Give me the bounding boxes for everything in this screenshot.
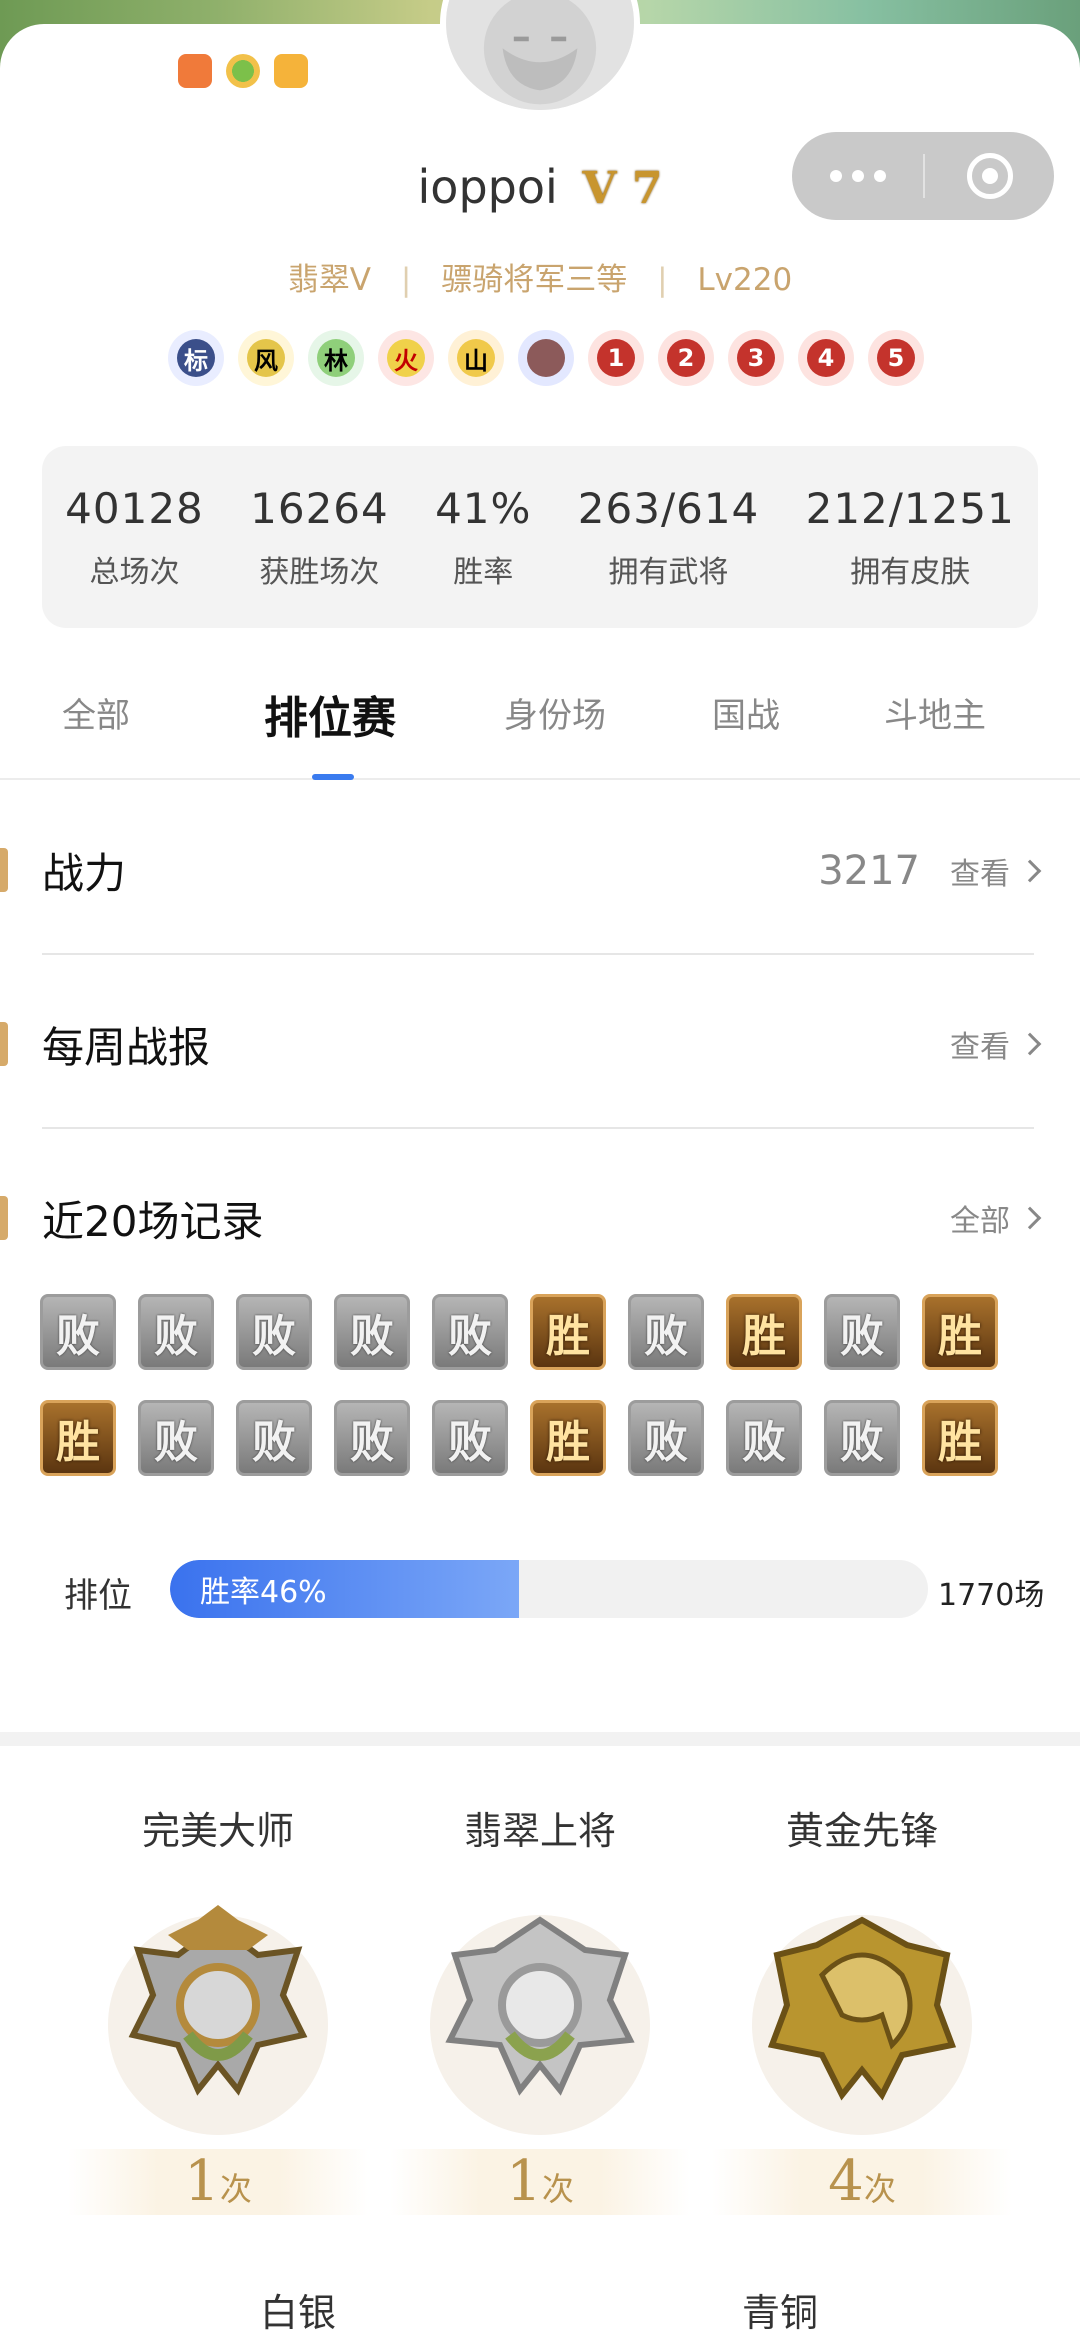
divider	[42, 953, 1034, 955]
power-view-link[interactable]: 3217 查看	[818, 848, 1042, 894]
record-tile[interactable]: 败	[628, 1294, 704, 1370]
meta-level: Lv220	[697, 262, 793, 298]
meta-rank: 翡翠V	[287, 262, 372, 298]
achievement-badge[interactable]: 火	[378, 330, 434, 386]
stat-wins: 16264 获胜场次	[250, 483, 389, 590]
medal-master-icon	[98, 1895, 338, 2135]
record-tile[interactable]: 败	[824, 1400, 900, 1476]
chevron-right-icon	[1018, 1032, 1042, 1056]
record-tile[interactable]: 败	[236, 1400, 312, 1476]
achievement-badge[interactable]: 5	[868, 330, 924, 386]
achievement-badge[interactable]: 林	[308, 330, 364, 386]
username-row: ioppoi V 7	[0, 160, 1080, 214]
record-tile[interactable]: 败	[726, 1400, 802, 1476]
medal-gold-times: 4次	[712, 2149, 1012, 2215]
section-recent-title: 近20场记录	[42, 1197, 264, 1246]
medal-gold-icon	[742, 1895, 982, 2135]
achievement-badge[interactable]: 3	[728, 330, 784, 386]
recent-records: 败败败败败胜败胜败胜 胜败败败败胜败败败胜	[40, 1294, 1050, 1506]
medal-bronze-name: 青铜	[742, 2291, 819, 2335]
record-tile[interactable]: 胜	[922, 1294, 998, 1370]
achievement-badge[interactable]: 山	[448, 330, 504, 386]
chevron-right-icon	[1018, 859, 1042, 883]
recent-all-link[interactable]: 全部	[950, 1196, 1042, 1240]
achievement-badge[interactable]	[518, 330, 574, 386]
meta-row: 翡翠V | 骠骑将军三等 | Lv220	[287, 262, 793, 298]
achievement-badge[interactable]: 2	[658, 330, 714, 386]
app-icon-orange[interactable]	[178, 54, 212, 88]
stats-panel: 40128 总场次 16264 获胜场次 41% 胜率 263/614 拥有武将 212…	[42, 446, 1038, 628]
record-tile[interactable]: 败	[334, 1294, 410, 1370]
achievement-badge[interactable]: 1	[588, 330, 644, 386]
record-tile[interactable]: 胜	[726, 1294, 802, 1370]
medal-emerald-general[interactable]: 翡翠上将 1次	[390, 1800, 690, 2215]
record-tile[interactable]: 败	[40, 1294, 116, 1370]
app-icon-green[interactable]	[226, 54, 260, 88]
stat-win-rate: 41% 胜率	[435, 483, 532, 590]
record-tile[interactable]: 败	[138, 1294, 214, 1370]
section-power-title: 战力	[42, 849, 127, 898]
section-weekly-title: 每周战报	[42, 1023, 211, 1072]
record-tile[interactable]: 胜	[530, 1294, 606, 1370]
record-tile[interactable]: 败	[432, 1400, 508, 1476]
tab-identity[interactable]: 身份场	[504, 688, 606, 737]
section-weekly: 每周战报 查看	[0, 1014, 1080, 1074]
section-power: 战力 3217 查看	[0, 840, 1080, 900]
record-tile[interactable]: 败	[628, 1400, 704, 1476]
meta-title: 骠骑将军三等	[441, 262, 628, 298]
rank-count: 1770场	[938, 1578, 1045, 1613]
achievement-badges: 标风林火山 12345	[168, 330, 924, 386]
tab-landlord[interactable]: 斗地主	[884, 688, 986, 737]
medal-master[interactable]: 完美大师 1次	[68, 1800, 368, 2215]
record-tile[interactable]: 胜	[922, 1400, 998, 1476]
record-tile[interactable]: 败	[824, 1294, 900, 1370]
rank-label: 排位	[64, 1576, 132, 1616]
record-tile[interactable]: 败	[236, 1294, 312, 1370]
app-icon-yellow[interactable]	[274, 54, 308, 88]
record-tile[interactable]: 败	[334, 1400, 410, 1476]
tab-ranked[interactable]: 排位赛	[264, 682, 396, 746]
medal-master-times: 1次	[68, 2149, 368, 2215]
record-tile[interactable]: 胜	[40, 1400, 116, 1476]
tab-all[interactable]: 全部	[62, 688, 130, 737]
win-rate-fill: 胜率46%	[170, 1560, 519, 1618]
mini-icons	[178, 54, 308, 88]
tab-kingdom-war[interactable]: 国战	[712, 688, 780, 737]
medal-gold-vanguard[interactable]: 黄金先锋 4次	[712, 1800, 1012, 2215]
mode-tabs: 全部 排位赛 身份场 国战 斗地主	[0, 688, 1080, 780]
power-value: 3217	[818, 848, 920, 894]
record-tile[interactable]: 败	[138, 1400, 214, 1476]
achievement-badge[interactable]: 标	[168, 330, 224, 386]
username: ioppoi	[417, 160, 558, 214]
records-row-2: 胜败败败败胜败败败胜	[40, 1400, 1050, 1476]
section-separator	[0, 1732, 1080, 1746]
medal-emerald-times: 1次	[390, 2149, 690, 2215]
divider	[42, 1127, 1034, 1129]
stat-generals[interactable]: 263/614 拥有武将	[578, 484, 759, 591]
achievement-badge[interactable]: 风	[238, 330, 294, 386]
medal-silver-name: 白银	[260, 2291, 337, 2335]
stat-skins[interactable]: 212/1251 拥有皮肤	[806, 484, 1015, 591]
medal-emerald-icon	[420, 1895, 660, 2135]
chevron-right-icon	[1018, 1206, 1042, 1230]
stat-total-games: 40128 总场次	[65, 483, 204, 590]
record-tile[interactable]: 胜	[530, 1400, 606, 1476]
achievement-badge[interactable]: 4	[798, 330, 854, 386]
win-rate-track: 胜率46%	[170, 1560, 928, 1618]
weekly-view-link[interactable]: 查看	[950, 1022, 1042, 1066]
record-tile[interactable]: 败	[432, 1294, 508, 1370]
rank-win-rate: 排位 胜率46% 1770场	[0, 1560, 1080, 1620]
records-row-1: 败败败败败胜败胜败胜	[40, 1294, 1050, 1370]
section-recent: 近20场记录 全部	[0, 1188, 1080, 1248]
active-tab-indicator	[312, 774, 354, 780]
vip-badge: V 7	[582, 163, 663, 214]
